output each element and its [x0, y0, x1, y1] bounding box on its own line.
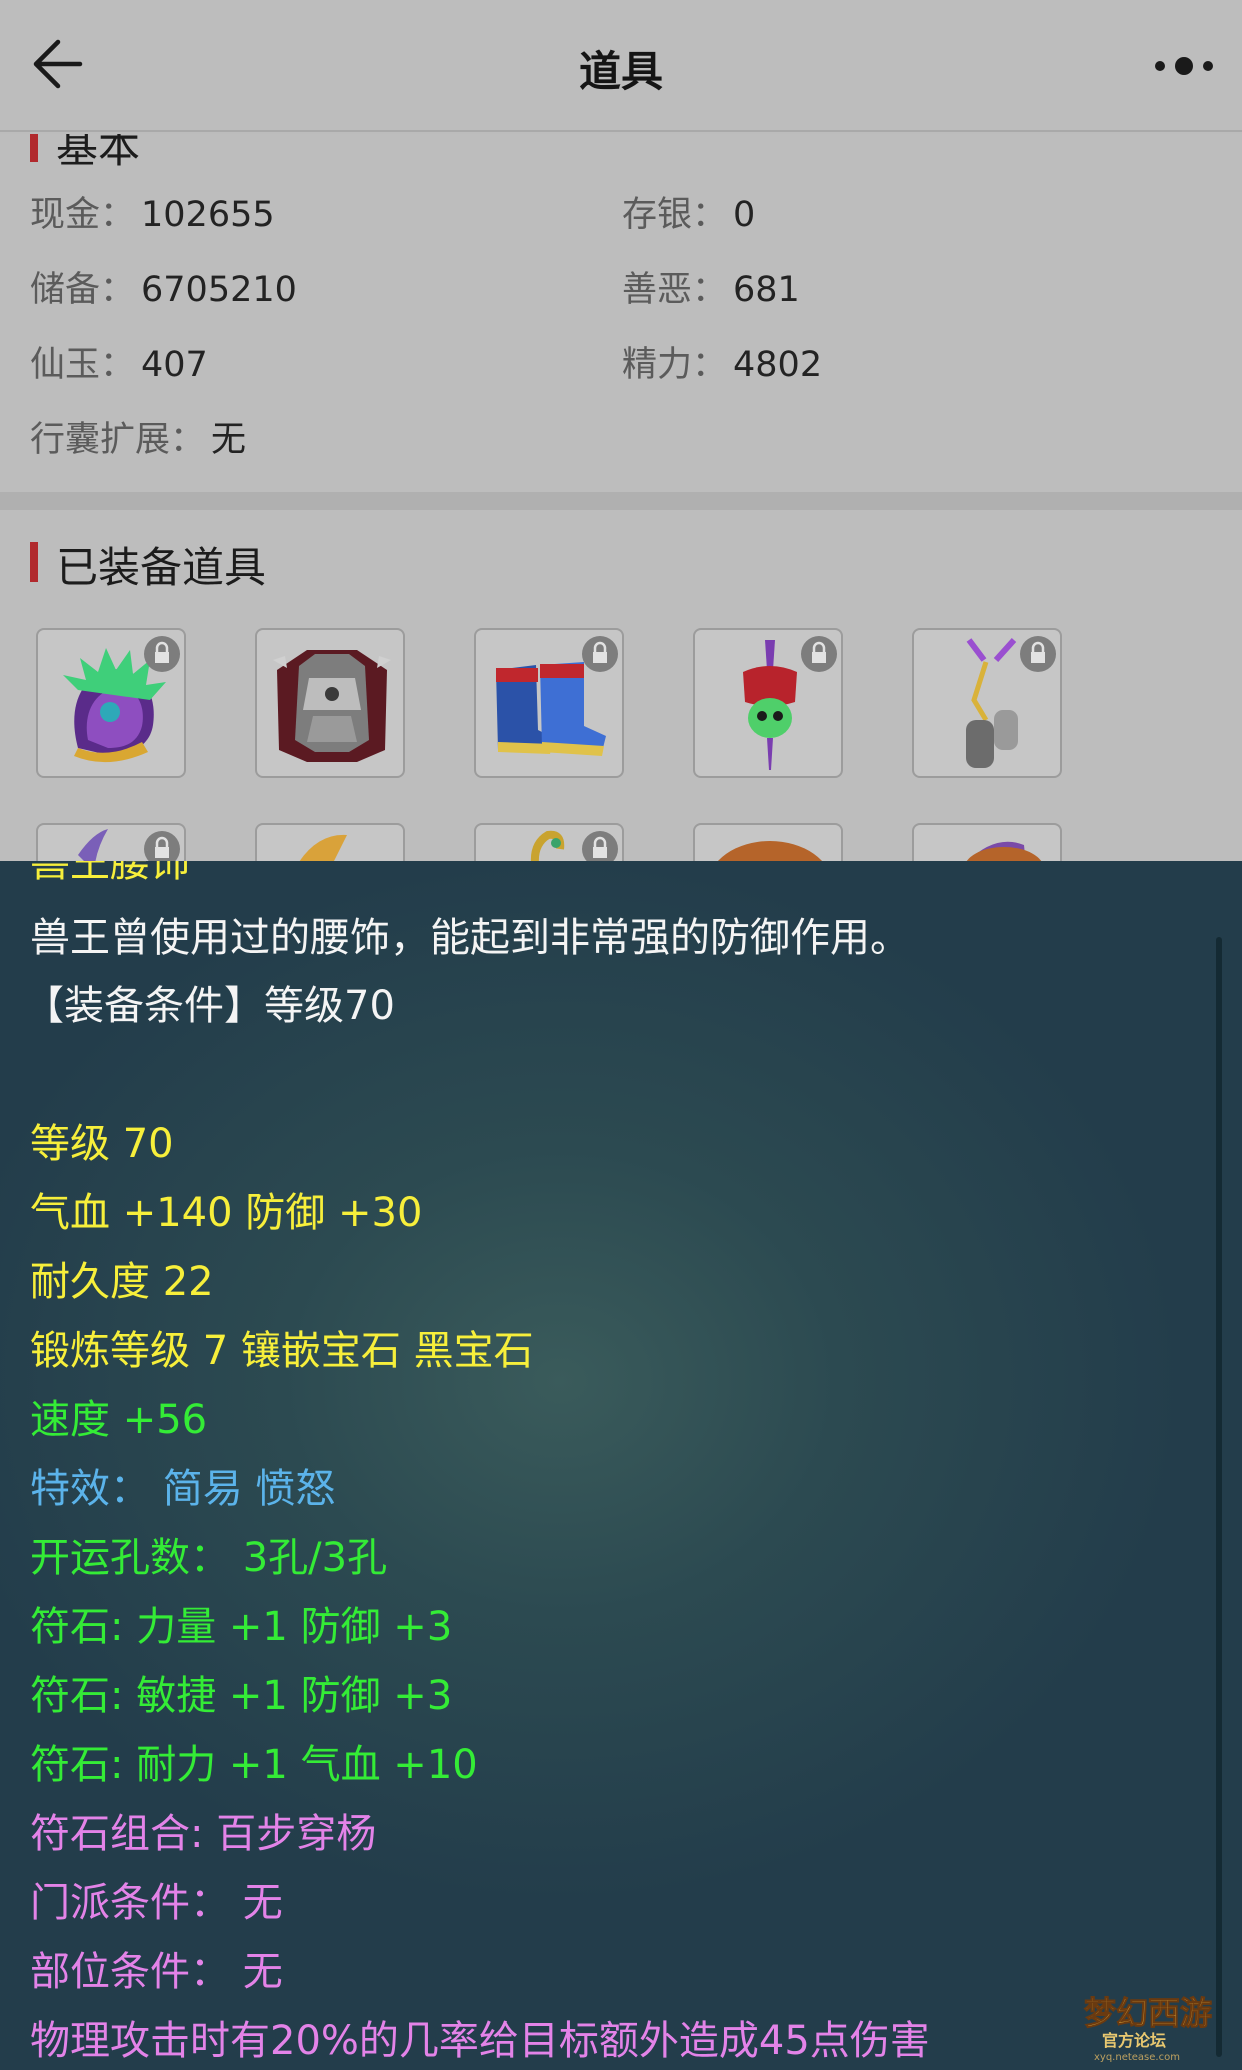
stat-school-requirement: 门派条件： 无: [30, 1880, 283, 1926]
equip-slot-helmet[interactable]: [36, 628, 186, 778]
stat-effect: 物理攻击时有20%的几率给目标额外造成45点伤害: [30, 2018, 930, 2064]
item-name: 兽王腰饰: [30, 861, 190, 886]
equip-slot-hat[interactable]: [693, 823, 843, 862]
stat-rune-2: 符石: 敏捷 +1 防御 +3: [30, 1673, 453, 1719]
stat-slot-requirement: 部位条件： 无: [30, 1949, 283, 1995]
stat-forge: 锻炼等级 7 镶嵌宝石 黑宝石: [30, 1328, 534, 1374]
equip-requirement: 【装备条件】等级70: [24, 983, 395, 1029]
leaf-item-icon: [299, 834, 347, 862]
watermark-url: xyq.netease.com: [1094, 2052, 1180, 2062]
stat-rune-combo: 符石组合: 百步穿杨: [30, 1811, 377, 1857]
lock-icon: [582, 636, 618, 672]
equipped-grid: 已装备道具: [0, 510, 1242, 862]
field-cash: 现金： 102655: [30, 195, 275, 235]
item-description: 兽王曾使用过的腰饰，能起到非常强的防御作用。: [30, 915, 910, 961]
equip-slot-armor[interactable]: [255, 628, 405, 778]
stat-level: 等级 70: [30, 1121, 174, 1167]
more-dots-icon: [1155, 57, 1213, 75]
page-title: 道具: [578, 47, 663, 96]
top-nav-bar: 道具: [0, 0, 1242, 132]
stat-durability: 耐久度 22: [30, 1259, 214, 1305]
more-button[interactable]: [1150, 42, 1220, 88]
tooltip-scrollbar[interactable]: [1216, 937, 1222, 2057]
bundle-item-icon: [966, 841, 1042, 862]
basic-section: 基本 现金： 102655 存银： 0 储备： 6705210 善恶： 681 仙玉： 4…: [0, 134, 1242, 492]
equipped-title: 已装备道具: [30, 534, 266, 595]
stat-speed: 速度 +56: [30, 1397, 208, 1443]
armor-item-icon: [273, 650, 391, 762]
watermark-subtitle: 官方论坛: [1102, 2031, 1166, 2050]
equip-slot-necklace[interactable]: [693, 628, 843, 778]
lock-icon: [144, 831, 180, 862]
item-tooltip-panel[interactable]: 兽王腰饰 兽王曾使用过的腰饰，能起到非常强的防御作用。 【装备条件】等级70 等…: [0, 861, 1242, 2070]
stat-special: 特效： 简易 愤怒: [30, 1466, 336, 1512]
lock-icon: [582, 831, 618, 862]
field-bag-expansion: 行囊扩展：无: [30, 420, 247, 460]
field-jade: 仙玉： 407: [30, 345, 208, 385]
lock-icon: [1020, 636, 1056, 672]
section-divider: [0, 492, 1242, 510]
hat-item-icon: [717, 841, 823, 862]
stat-rune-3: 符石: 耐力 +1 气血 +10: [30, 1742, 478, 1788]
field-deposit: 存银： 0: [622, 195, 756, 235]
equip-slot-leaf[interactable]: [255, 823, 405, 862]
stat-fortune-holes: 开运孔数： 3孔/3孔: [30, 1535, 388, 1581]
lock-icon: [801, 636, 837, 672]
watermark-title: 梦幻西游: [1084, 1994, 1212, 2032]
accent-bar: [30, 134, 38, 162]
field-karma: 善恶： 681: [622, 270, 800, 310]
field-energy: 精力： 4802: [622, 345, 823, 385]
stat-rune-1: 符石: 力量 +1 防御 +3: [30, 1604, 453, 1650]
stat-hp-defense: 气血 +140 防御 +30: [30, 1190, 423, 1236]
equip-slot-bundle[interactable]: [912, 823, 1062, 862]
field-reserve: 储备： 6705210: [30, 270, 297, 310]
watermark-logo: 梦幻西游 官方论坛 xyq.netease.com: [1080, 1984, 1230, 2064]
equip-slot-belt[interactable]: [912, 628, 1062, 778]
lock-icon: [144, 636, 180, 672]
equip-slot-weapon[interactable]: [36, 823, 186, 862]
accent-bar: [30, 542, 38, 582]
equip-slot-boots[interactable]: [474, 628, 624, 778]
equip-slot-serpent[interactable]: [474, 823, 624, 862]
section-title-basic: 基本: [30, 134, 140, 175]
